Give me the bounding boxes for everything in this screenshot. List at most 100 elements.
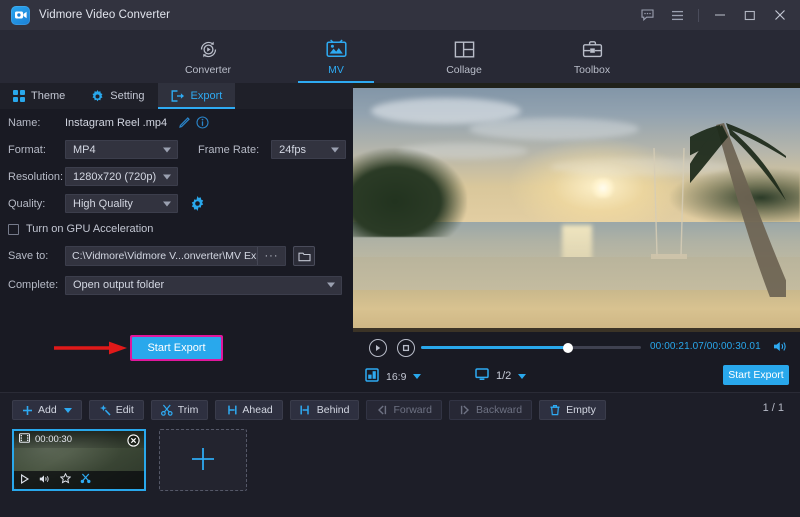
complete-action-value: Open output folder (73, 279, 164, 291)
aspect-ratio-value: 16:9 (386, 371, 406, 383)
add-button-label: Add (38, 404, 57, 416)
trim-icon[interactable] (80, 473, 92, 487)
insert-ahead-icon (225, 404, 237, 416)
insert-behind-icon (300, 404, 312, 416)
resolution-select[interactable]: 1280x720 (720p) (65, 167, 178, 186)
timeline-toolbar: Add Edit Trim Ahead (12, 400, 606, 420)
nav-tab-toolbox-label: Toolbox (574, 64, 610, 76)
move-backward-icon (459, 404, 471, 416)
title-bar: Vidmore Video Converter (0, 0, 800, 30)
resolution-value: 1280x720 (720p) (73, 171, 156, 183)
subtab-setting[interactable]: Setting (78, 83, 157, 109)
nav-tab-mv[interactable]: MV (290, 34, 382, 83)
screen-icon (475, 368, 489, 384)
timecode-display: 00:00:21.07/00:00:30.01 (650, 341, 761, 352)
collage-icon (454, 37, 475, 61)
preview-start-export-button[interactable]: Start Export (723, 365, 789, 385)
play-icon[interactable] (369, 339, 387, 357)
close-circle-icon[interactable] (127, 434, 140, 450)
browse-button[interactable]: ··· (257, 247, 285, 265)
zoom-level-control[interactable]: 1/2 (475, 368, 526, 384)
save-to-path-field[interactable]: C:\Vidmore\Vidmore V...onverter\MV Expor… (65, 246, 286, 266)
add-clip-placeholder[interactable] (159, 429, 247, 491)
app-title: Vidmore Video Converter (39, 9, 170, 21)
forward-button[interactable]: Forward (366, 400, 442, 420)
palm-tree-shape (690, 123, 786, 297)
ahead-button[interactable]: Ahead (215, 400, 282, 420)
volume-icon[interactable] (773, 340, 788, 356)
save-to-path-value: C:\Vidmore\Vidmore V...onverter\MV Expor… (66, 250, 257, 262)
gear-icon (91, 90, 104, 103)
playback-row: 00:00:21.07/00:00:30.01 (353, 332, 800, 363)
effects-icon[interactable] (60, 473, 71, 487)
subtab-export-label: Export (191, 90, 223, 102)
empty-button-label: Empty (566, 404, 596, 416)
complete-action-select[interactable]: Open output folder (65, 276, 342, 295)
left-treeline (353, 148, 467, 238)
edit-button[interactable]: Edit (89, 400, 144, 420)
quality-select[interactable]: High Quality (65, 194, 178, 213)
subtab-export[interactable]: Export (158, 83, 236, 109)
chevron-down-icon[interactable] (64, 408, 72, 413)
info-icon[interactable] (193, 114, 211, 132)
frame-rate-select[interactable]: 24fps (271, 140, 346, 159)
chevron-down-icon (163, 201, 171, 206)
nav-tab-converter[interactable]: Converter (162, 34, 254, 83)
subtab-theme[interactable]: Theme (0, 83, 78, 109)
pencil-icon[interactable] (175, 114, 193, 132)
nav-tab-collage[interactable]: Collage (418, 34, 510, 83)
timeline-panel: Add Edit Trim Ahead (0, 392, 800, 517)
app-brand: Vidmore Video Converter (0, 6, 170, 25)
backward-button[interactable]: Backward (449, 400, 532, 420)
nav-tab-collage-label: Collage (446, 64, 482, 76)
behind-button[interactable]: Behind (290, 400, 360, 420)
volume-icon[interactable] (39, 474, 51, 487)
minimize-icon[interactable] (706, 0, 734, 30)
format-select[interactable]: MP4 (65, 140, 178, 159)
converter-icon (198, 37, 219, 61)
gpu-acceleration-checkbox[interactable] (8, 224, 19, 235)
trash-icon (549, 404, 561, 416)
aspect-ratio-control[interactable]: 16:9 (365, 368, 421, 385)
seek-progress (421, 346, 569, 349)
folder-icon[interactable] (293, 246, 315, 266)
gear-icon[interactable] (188, 195, 206, 213)
video-preview-panel: 00:00:21.07/00:00:30.01 16:9 (353, 83, 800, 392)
output-name-value: Instagram Reel .mp4 (65, 117, 167, 129)
name-label: Name: (8, 117, 65, 129)
export-icon (171, 90, 185, 102)
seek-handle[interactable] (563, 343, 573, 353)
feedback-icon[interactable] (633, 0, 661, 30)
plus-icon (190, 446, 216, 475)
frame-rate-value: 24fps (279, 144, 306, 156)
maximize-icon[interactable] (736, 0, 764, 30)
subtab-setting-label: Setting (110, 90, 144, 102)
chevron-down-icon[interactable] (518, 374, 526, 379)
quality-value: High Quality (73, 198, 133, 210)
complete-row: Complete: Open output folder (0, 271, 353, 299)
video-canvas[interactable] (353, 83, 800, 332)
start-export-button[interactable]: Start Export (132, 337, 221, 359)
play-icon[interactable] (20, 474, 30, 487)
seek-slider[interactable] (421, 346, 641, 349)
trim-button-label: Trim (178, 404, 199, 416)
add-button[interactable]: Add (12, 400, 82, 420)
gpu-acceleration-row[interactable]: Turn on GPU Acceleration (0, 217, 353, 241)
empty-button[interactable]: Empty (539, 400, 606, 420)
behind-button-label: Behind (317, 404, 350, 416)
window-controls (633, 0, 794, 30)
start-export-highlight-group: Start Export (130, 335, 223, 361)
quality-row: Quality: High Quality (0, 190, 353, 217)
chevron-down-icon[interactable] (413, 374, 421, 379)
timeline-clip[interactable]: 00:00:30 (12, 429, 146, 491)
frame-top-band (353, 83, 800, 88)
format-value: MP4 (73, 144, 96, 156)
stop-icon[interactable] (397, 339, 415, 357)
close-icon[interactable] (766, 0, 794, 30)
menu-icon[interactable] (663, 0, 691, 30)
sun-shape (590, 178, 616, 198)
resolution-label: Resolution: (8, 171, 65, 183)
nav-tab-toolbox[interactable]: Toolbox (546, 34, 638, 83)
trim-button[interactable]: Trim (151, 400, 209, 420)
annotation-arrow-icon (54, 341, 128, 355)
